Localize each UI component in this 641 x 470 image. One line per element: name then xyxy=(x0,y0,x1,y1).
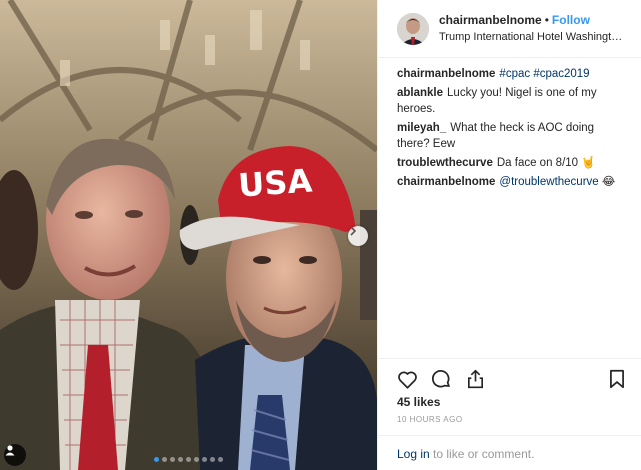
next-photo-button[interactable] xyxy=(348,226,368,246)
comment-username[interactable]: mileyah_ xyxy=(397,122,446,134)
comment-button[interactable] xyxy=(430,368,452,390)
cap-text: USA xyxy=(237,161,314,204)
chevron-right-icon xyxy=(350,226,357,236)
carousel-dot xyxy=(202,457,207,462)
header-separator: • xyxy=(544,12,549,27)
comment-icon xyxy=(431,369,450,387)
bookmark-icon xyxy=(610,369,624,389)
post-location[interactable]: Trump International Hotel Washington, ..… xyxy=(439,30,624,45)
save-button[interactable] xyxy=(606,368,628,390)
carousel-indicator xyxy=(0,457,377,463)
comment-link[interactable]: #cpac xyxy=(499,68,530,80)
heart-icon xyxy=(397,371,417,389)
post-header: chairmanbelnome • Follow Trump Internation… xyxy=(378,0,641,58)
profile-photo xyxy=(397,12,429,45)
person-icon xyxy=(5,445,15,456)
comment-username[interactable]: ablankle xyxy=(397,87,443,99)
carousel-dot xyxy=(178,457,183,462)
like-button[interactable] xyxy=(396,368,418,390)
comment-text: 😂 xyxy=(598,176,616,188)
comment-username[interactable]: troublewthecurve xyxy=(397,157,493,169)
login-prompt-text: to like or comment. xyxy=(429,447,535,461)
comment-footer: Log in to like or comment. xyxy=(378,435,641,470)
carousel-dot xyxy=(162,457,167,462)
post-sidebar: chairmanbelnome • Follow Trump Internation… xyxy=(377,0,641,470)
selfie-image: USA xyxy=(0,0,377,470)
follow-button[interactable]: Follow xyxy=(552,13,590,27)
comment-text: Da face on 8/10 🤘 xyxy=(496,157,596,169)
comments-list: chairmanbelnome #cpac #cpac2019 ablankle Lu… xyxy=(397,66,629,193)
carousel-dot xyxy=(194,457,199,462)
login-link[interactable]: Log in xyxy=(397,447,430,461)
carousel-dot xyxy=(218,457,223,462)
comment-item: ablankle Lucky you! Nigel is one of my he… xyxy=(397,85,629,117)
comment-link[interactable]: @troublewthecurve xyxy=(499,176,598,188)
likes-count[interactable]: 45 likes xyxy=(397,395,440,409)
carousel-dot xyxy=(210,457,215,462)
post-timestamp[interactable]: 10 HOURS AGO xyxy=(397,415,463,424)
comment-item: chairmanbelnome #cpac #cpac2019 xyxy=(397,66,629,82)
post-photo[interactable]: USA xyxy=(0,0,377,470)
share-button[interactable] xyxy=(464,368,486,390)
comment-item: mileyah_ What the heck is AOC doing there… xyxy=(397,120,629,152)
comment-username[interactable]: chairmanbelnome xyxy=(397,176,495,188)
avatar[interactable] xyxy=(397,12,429,45)
post-username[interactable]: chairmanbelnome xyxy=(439,13,542,27)
share-icon xyxy=(467,369,483,389)
comment-item: chairmanbelnome @troublewthecurve 😂 xyxy=(397,174,629,190)
carousel-dot xyxy=(170,457,175,462)
comment-username[interactable]: chairmanbelnome xyxy=(397,68,495,80)
comment-link[interactable]: #cpac2019 xyxy=(533,68,589,80)
carousel-dot xyxy=(154,457,159,462)
carousel-dot xyxy=(186,457,191,462)
comment-item: troublewthecurve Da face on 8/10 🤘 xyxy=(397,155,629,171)
